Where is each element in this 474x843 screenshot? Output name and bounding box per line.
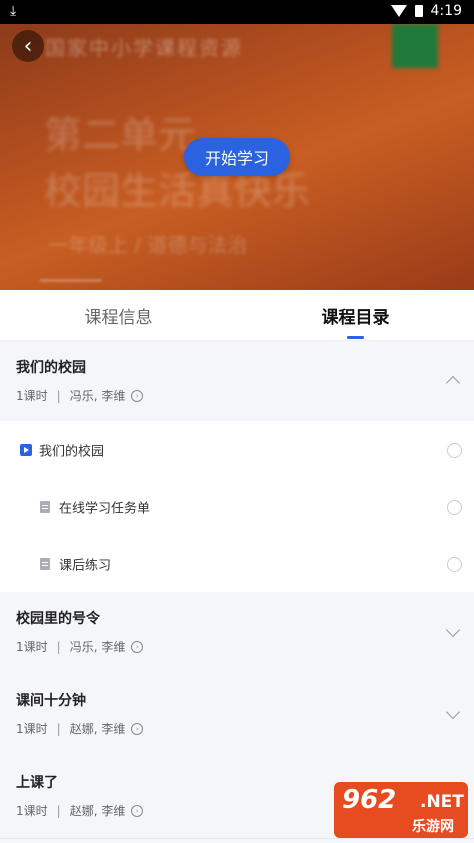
section-period: 1课时 xyxy=(16,389,48,403)
wifi-icon xyxy=(390,5,407,17)
lesson-item[interactable]: 我们的校园 xyxy=(0,421,474,478)
section-teachers: 冯乐, 李维 xyxy=(69,389,126,403)
lesson-item[interactable]: 课后练习 xyxy=(0,535,474,592)
teacher-info-icon[interactable]: › xyxy=(131,640,144,653)
section-teachers: 赵娜, 李维 xyxy=(69,804,126,818)
progress-radio xyxy=(447,499,462,515)
section-header[interactable]: 我们的校园 1课时 | 冯乐, 李维 › xyxy=(0,341,474,422)
chevron-down-icon[interactable] xyxy=(445,704,461,720)
section-meta: 1课时 | 冯乐, 李维 › xyxy=(16,387,144,404)
cover-title: 国家中小学课程资源 xyxy=(45,36,243,60)
tab-bar: 课程信息 课程目录 xyxy=(0,290,474,341)
section-title: 我们的校园 xyxy=(16,360,86,376)
watermark-number: 962 xyxy=(342,785,397,815)
back-button[interactable]: ‹ xyxy=(12,30,44,62)
section-teachers: 赵娜, 李维 xyxy=(69,722,126,736)
site-watermark: 962 .NET 乐游网 xyxy=(334,782,468,838)
section-header[interactable]: 课间十分钟 1课时 | 赵娜, 李维 › xyxy=(0,674,474,757)
section-title: 上课了 xyxy=(16,775,58,791)
meta-separator: | xyxy=(56,803,61,818)
watermark-net: .NET xyxy=(420,792,464,812)
battery-icon xyxy=(414,5,423,17)
section-period: 1课时 xyxy=(16,640,48,654)
lesson-item-label: 在线学习任务单 xyxy=(59,501,151,516)
teacher-info-icon[interactable]: › xyxy=(131,389,144,402)
section-header[interactable]: 校园里的号令 1课时 | 冯乐, 李维 › xyxy=(0,592,474,675)
cover-divider xyxy=(40,279,102,282)
meta-separator: | xyxy=(56,388,61,403)
watermark-site: 乐游网 xyxy=(412,819,454,835)
section-title: 校园里的号令 xyxy=(16,611,100,627)
status-time: 4:19 xyxy=(430,3,462,19)
document-icon xyxy=(40,557,50,570)
section-teachers: 冯乐, 李维 xyxy=(69,640,126,654)
lesson-item[interactable]: 在线学习任务单 xyxy=(0,478,474,535)
progress-radio xyxy=(447,556,462,572)
section-period: 1课时 xyxy=(16,722,48,736)
section-period: 1课时 xyxy=(16,804,48,818)
tab-course-info[interactable]: 课程信息 xyxy=(0,290,237,340)
meta-separator: | xyxy=(56,639,61,654)
teacher-info-icon[interactable]: › xyxy=(131,804,144,817)
download-icon: ⤓ xyxy=(10,3,17,19)
chevron-down-icon[interactable] xyxy=(445,622,461,638)
lesson-item-label: 我们的校园 xyxy=(39,444,105,459)
status-bar: ⤓ 4:19 xyxy=(0,0,474,24)
section-meta: 1课时 | 赵娜, 李维 › xyxy=(16,720,144,737)
video-icon xyxy=(20,443,32,456)
teacher-info-icon[interactable]: › xyxy=(131,722,144,735)
meta-separator: | xyxy=(56,721,61,736)
cover-tag xyxy=(392,24,438,68)
section-title: 课间十分钟 xyxy=(16,693,86,709)
tab-active-indicator xyxy=(347,336,364,339)
section-meta: 1课时 | 赵娜, 李维 › xyxy=(16,802,144,819)
cover-unit: 第二单元 xyxy=(44,113,197,157)
chevron-up-icon[interactable] xyxy=(445,375,461,391)
back-arrow-icon: ‹ xyxy=(23,33,33,59)
tab-course-catalog[interactable]: 课程目录 xyxy=(237,290,474,340)
document-icon xyxy=(40,500,50,513)
cover-meta: 一年级上 / 道德与法治 xyxy=(48,233,248,257)
section-meta: 1课时 | 冯乐, 李维 › xyxy=(16,638,144,655)
progress-radio xyxy=(447,442,462,458)
start-learning-button[interactable]: 开始学习 xyxy=(184,138,290,176)
lesson-item-label: 课后练习 xyxy=(59,558,112,573)
